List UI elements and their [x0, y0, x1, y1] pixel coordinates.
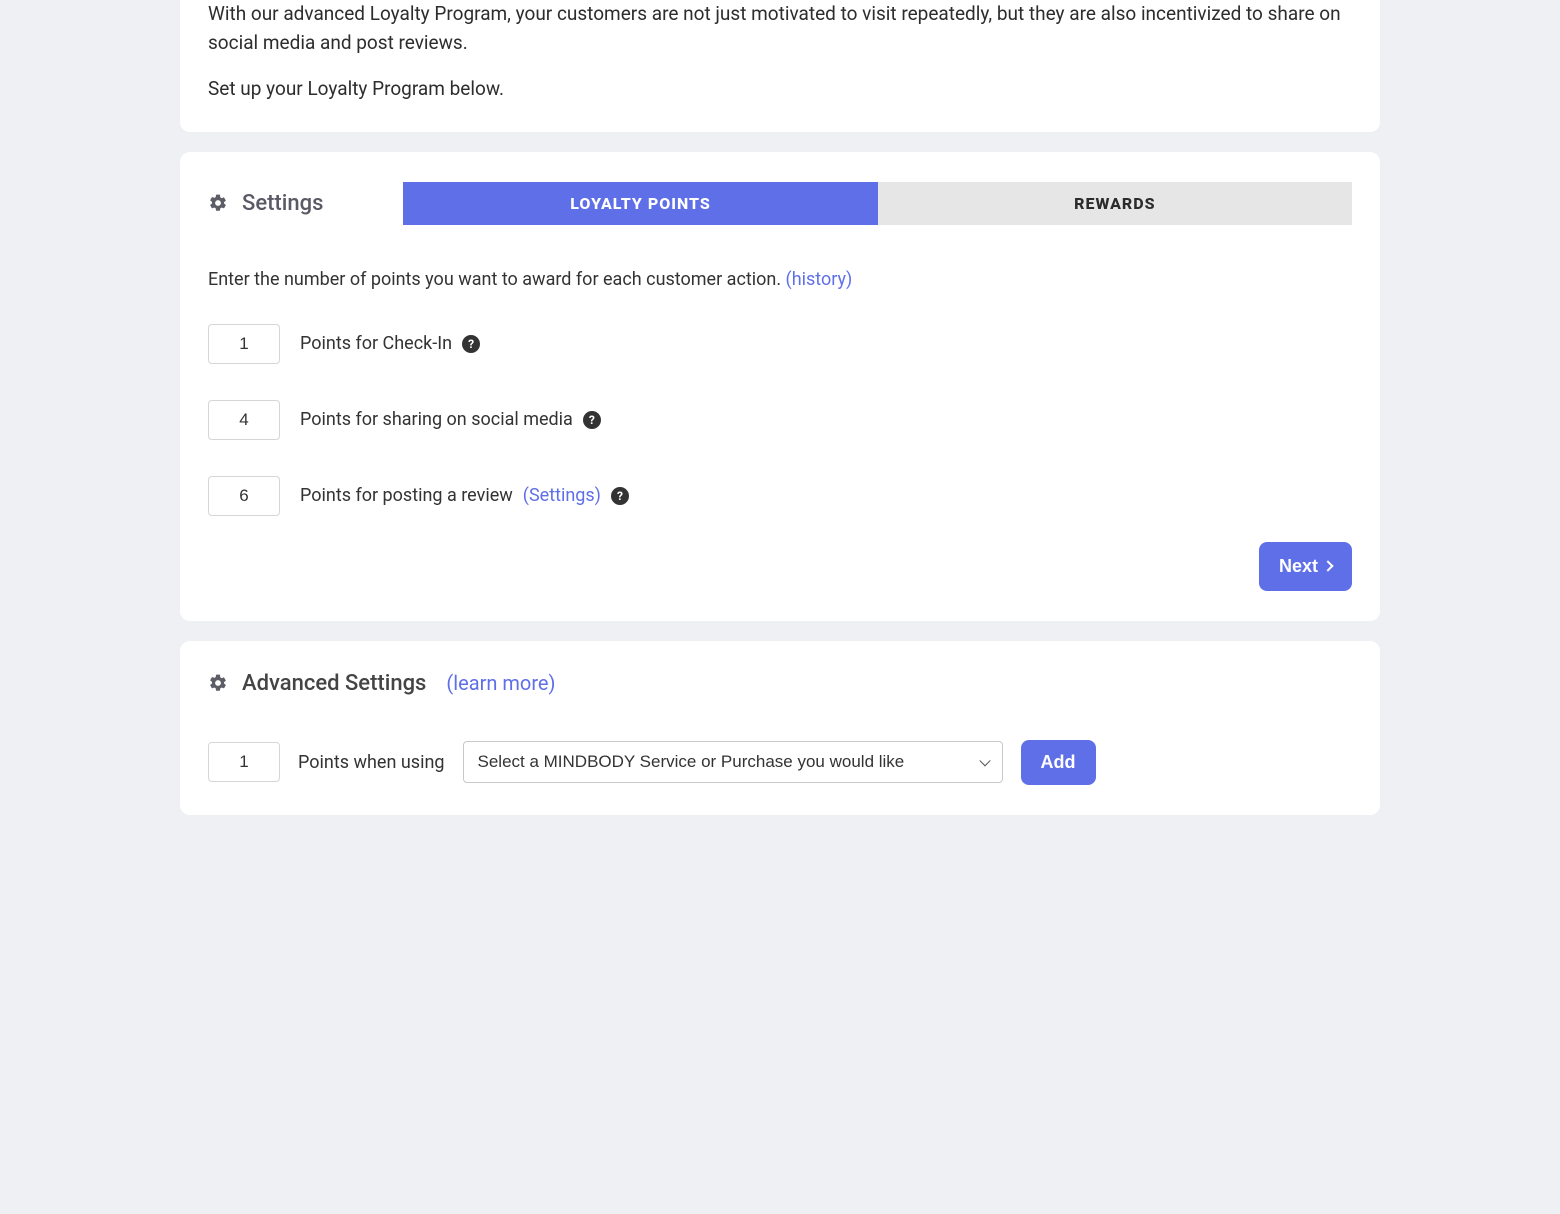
points-input-checkin[interactable]	[208, 324, 280, 364]
advanced-settings-card: Advanced Settings (learn more) Points wh…	[180, 641, 1380, 815]
settings-card: Settings LOYALTY POINTS REWARDS Enter th…	[180, 152, 1380, 621]
points-input-share[interactable]	[208, 400, 280, 440]
help-icon[interactable]: ?	[462, 335, 480, 353]
advanced-label: Points when using	[298, 752, 445, 773]
points-row-review: Points for posting a review (Settings) ?	[208, 476, 1352, 516]
points-instruction-text: Enter the number of points you want to a…	[208, 269, 786, 290]
points-input-review[interactable]	[208, 476, 280, 516]
intro-paragraph-1: With our advanced Loyalty Program, your …	[208, 0, 1352, 57]
chevron-right-icon	[1322, 560, 1333, 571]
gear-icon	[208, 673, 228, 693]
intro-card: With our advanced Loyalty Program, your …	[180, 0, 1380, 132]
intro-paragraph-2: Set up your Loyalty Program below.	[208, 75, 1352, 104]
tab-loyalty-points[interactable]: LOYALTY POINTS	[403, 182, 877, 225]
points-row-share: Points for sharing on social media ?	[208, 400, 1352, 440]
next-row: Next	[208, 542, 1352, 591]
advanced-title: Advanced Settings	[242, 671, 426, 696]
points-label-share-text: Points for sharing on social media	[300, 409, 573, 430]
points-instruction: Enter the number of points you want to a…	[208, 269, 1352, 290]
tab-rewards[interactable]: REWARDS	[878, 182, 1352, 225]
points-label-checkin: Points for Check-In ?	[300, 333, 480, 354]
help-icon[interactable]: ?	[583, 411, 601, 429]
points-label-review: Points for posting a review (Settings) ?	[300, 485, 629, 506]
points-row-checkin: Points for Check-In ?	[208, 324, 1352, 364]
add-button[interactable]: Add	[1021, 740, 1096, 785]
next-button-label: Next	[1279, 556, 1318, 577]
help-icon[interactable]: ?	[611, 487, 629, 505]
points-label-share: Points for sharing on social media ?	[300, 409, 601, 430]
advanced-row: Points when using Add	[208, 740, 1352, 785]
advanced-points-input[interactable]	[208, 742, 280, 782]
settings-header: Settings LOYALTY POINTS REWARDS	[208, 182, 1352, 225]
points-label-checkin-text: Points for Check-In	[300, 333, 452, 354]
settings-tabs: LOYALTY POINTS REWARDS	[403, 182, 1352, 225]
service-select-wrap	[463, 741, 1003, 783]
review-settings-link[interactable]: (Settings)	[523, 485, 601, 506]
history-link[interactable]: (history)	[786, 269, 853, 290]
settings-title: Settings	[242, 191, 323, 216]
advanced-header: Advanced Settings (learn more)	[208, 671, 1352, 696]
settings-title-wrap: Settings	[208, 191, 323, 216]
gear-icon	[208, 193, 228, 213]
next-button[interactable]: Next	[1259, 542, 1352, 591]
service-select[interactable]	[463, 741, 1003, 783]
points-label-review-text: Points for posting a review	[300, 485, 513, 506]
learn-more-link[interactable]: (learn more)	[446, 671, 555, 695]
